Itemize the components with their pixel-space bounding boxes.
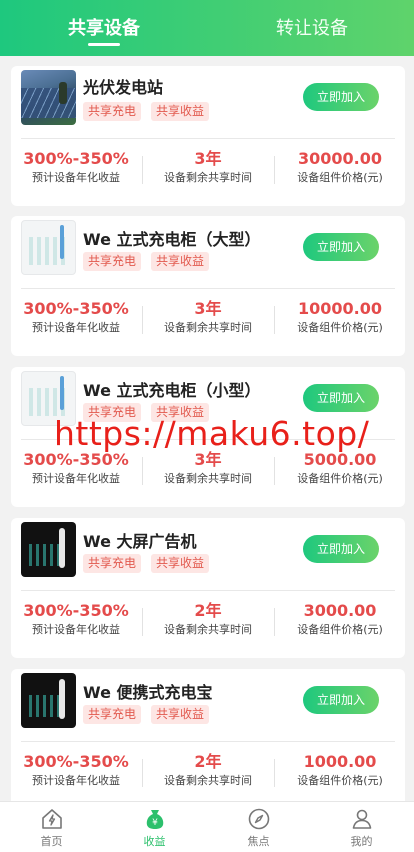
join-button[interactable]: 立即加入 — [303, 686, 379, 714]
remaining-time-value: 2年 — [194, 752, 222, 771]
active-tab-indicator — [88, 43, 120, 46]
annual-yield-value: 300%-350% — [23, 601, 129, 620]
join-button[interactable]: 立即加入 — [303, 384, 379, 412]
remaining-time-value: 3年 — [194, 149, 222, 168]
tag: 共享收益 — [151, 705, 210, 724]
device-card[interactable]: We 大屏广告机 共享充电 共享收益 立即加入 300%-350% 预计设备年化收益… — [11, 518, 405, 658]
price-label: 设备组件价格(元) — [297, 774, 383, 787]
device-stats: 300%-350% 预计设备年化收益 2年设备剩余共享时间 1000.00 设备组件… — [11, 751, 405, 795]
device-stats: 300%-350% 预计设备年化收益 3年设备剩余共享时间 10000.00 设备组… — [11, 298, 405, 342]
tag: 共享收益 — [151, 102, 210, 121]
tag: 共享充电 — [83, 554, 142, 573]
divider — [21, 138, 395, 139]
price-value: 10000.00 — [297, 299, 382, 318]
price-label: 设备组件价格(元) — [297, 321, 383, 334]
device-stats: 300%-350% 预计设备年化收益 2年设备剩余共享时间 3000.00 设备组件… — [11, 600, 405, 644]
nav-focus[interactable]: 焦点 — [207, 802, 310, 852]
annual-yield-label: 预计设备年化收益 — [32, 472, 120, 485]
join-button[interactable]: 立即加入 — [303, 83, 379, 111]
remaining-time-label: 设备剩余共享时间 — [164, 472, 252, 485]
join-button[interactable]: 立即加入 — [303, 535, 379, 563]
remaining-time-label: 设备剩余共享时间 — [164, 623, 252, 636]
device-tags: 共享充电 共享收益 — [83, 552, 219, 573]
device-thumbnail — [21, 220, 76, 275]
tag: 共享收益 — [151, 554, 210, 573]
price-value: 1000.00 — [303, 752, 377, 771]
price-value: 30000.00 — [297, 149, 382, 168]
nav-focus-label: 焦点 — [247, 835, 270, 848]
device-card[interactable]: 光伏发电站 共享充电 共享收益 立即加入 300%-350% 预计设备年化收益 3年… — [11, 66, 405, 206]
remaining-time-value: 3年 — [194, 299, 222, 318]
annual-yield-value: 300%-350% — [23, 149, 129, 168]
nav-earnings-label: 收益 — [143, 835, 166, 848]
divider — [21, 741, 395, 742]
annual-yield-value: 300%-350% — [23, 752, 129, 771]
remaining-time-label: 设备剩余共享时间 — [164, 774, 252, 787]
tag: 共享收益 — [151, 252, 210, 271]
money-bag-icon: ¥ — [146, 810, 163, 829]
device-stats: 300%-350% 预计设备年化收益 3年 设备剩余共享时间 5000.00 设备组件… — [11, 449, 405, 493]
nav-earnings[interactable]: ¥ 收益 — [103, 802, 206, 852]
device-tags: 共享充电 共享收益 — [83, 703, 219, 724]
home-bolt-icon — [41, 809, 62, 829]
user-icon — [352, 809, 371, 829]
tag: 共享充电 — [83, 252, 142, 271]
divider — [21, 288, 395, 289]
top-tab-bar: 共享设备 转让设备 — [0, 0, 414, 56]
nav-home[interactable]: 首页 — [0, 802, 103, 852]
annual-yield-label: 预计设备年化收益 — [32, 171, 120, 184]
price-value: 3000.00 — [303, 601, 377, 620]
device-thumbnail — [21, 673, 76, 728]
tag: 共享充电 — [83, 705, 142, 724]
remaining-time-label: 设备剩余共享时间 — [164, 321, 252, 334]
divider — [21, 590, 395, 591]
annual-yield-label: 预计设备年化收益 — [32, 623, 120, 636]
annual-yield-label: 预计设备年化收益 — [32, 321, 120, 334]
device-title: We 便携式充电宝 — [83, 683, 213, 702]
device-card[interactable]: We 便携式充电宝 共享充电 共享收益 立即加入 300%-350% 预计设备年化收… — [11, 669, 405, 809]
device-title: 光伏发电站 — [83, 78, 164, 97]
svg-text:¥: ¥ — [152, 818, 158, 828]
compass-icon — [248, 808, 269, 830]
annual-yield-label: 预计设备年化收益 — [32, 774, 120, 787]
tab-shared-devices[interactable]: 共享设备 — [34, 14, 174, 40]
price-label: 设备组件价格(元) — [297, 171, 383, 184]
device-card[interactable]: We 立式充电柜（大型） 共享充电 共享收益 立即加入 300%-350% 预计设备… — [11, 216, 405, 356]
annual-yield-value: 300%-350% — [23, 299, 129, 318]
price-label: 设备组件价格(元) — [297, 472, 383, 485]
device-thumbnail — [21, 522, 76, 577]
device-tags: 共享充电 共享收益 — [83, 250, 219, 271]
price-label: 设备组件价格(元) — [297, 623, 383, 636]
device-title: We 立式充电柜（小型） — [83, 381, 261, 400]
bottom-nav: 首页 ¥ 收益 焦点 我的 — [0, 801, 414, 852]
tab-transfer-devices[interactable]: 转让设备 — [242, 14, 382, 40]
nav-home-label: 首页 — [40, 835, 63, 848]
device-tags: 共享充电 共享收益 — [83, 100, 219, 121]
watermark-url: https://maku6.top/ — [54, 414, 370, 453]
device-stats: 300%-350% 预计设备年化收益 3年设备剩余共享时间 30000.00 设备组… — [11, 148, 405, 192]
remaining-time-value: 2年 — [194, 601, 222, 620]
nav-mine-label: 我的 — [350, 835, 373, 848]
remaining-time-label: 设备剩余共享时间 — [164, 171, 252, 184]
device-title: We 大屏广告机 — [83, 532, 197, 551]
tag: 共享充电 — [83, 102, 142, 121]
device-title: We 立式充电柜（大型） — [83, 230, 261, 249]
nav-mine[interactable]: 我的 — [310, 802, 413, 852]
device-thumbnail — [21, 70, 76, 125]
join-button[interactable]: 立即加入 — [303, 233, 379, 261]
